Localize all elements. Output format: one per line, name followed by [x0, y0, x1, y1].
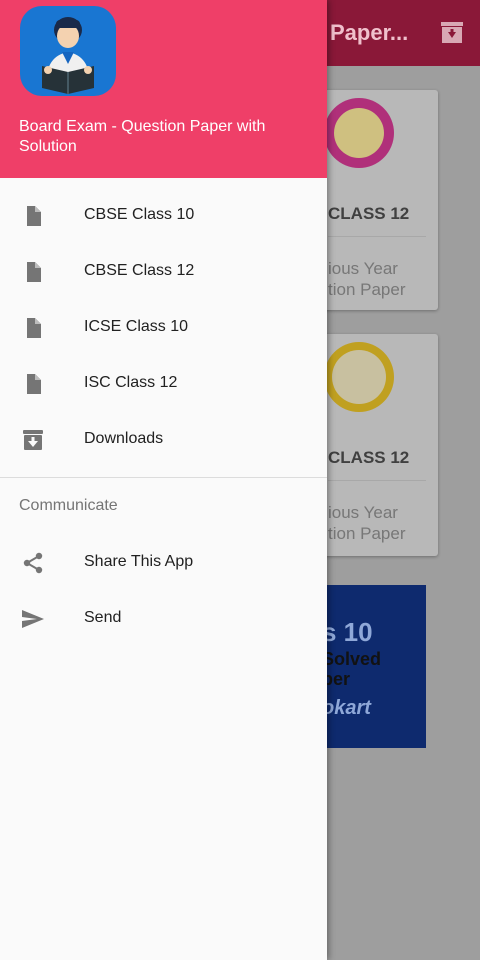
- document-icon: [27, 262, 41, 282]
- drawer-item-cbse-class-10[interactable]: CBSE Class 10: [0, 188, 327, 244]
- share-icon: [23, 552, 43, 574]
- document-icon: [27, 206, 41, 226]
- drawer-item-label: Send: [84, 609, 122, 626]
- drawer-item-label: Downloads: [84, 430, 164, 447]
- drawer-item-send[interactable]: Send: [0, 591, 327, 647]
- cbse-logo: [324, 98, 394, 168]
- drawer-item-isc-class-12[interactable]: ISC Class 12: [0, 356, 327, 412]
- drawer-item-share-this-app[interactable]: Share This App: [0, 535, 327, 591]
- cisce-logo: [324, 342, 394, 412]
- drawer-item-label: CBSE Class 12: [84, 262, 195, 279]
- drawer-item-downloads[interactable]: Downloads: [0, 412, 327, 468]
- card-title: CLASS 12: [328, 448, 410, 467]
- download-box-icon: [23, 430, 43, 450]
- card-subtitle: ious Year tion Paper: [328, 259, 406, 299]
- navigation-drawer: Board Exam - Question Paper with Solutio…: [0, 0, 327, 960]
- drawer-item-label: Share This App: [84, 553, 194, 570]
- drawer-divider: [0, 477, 327, 478]
- download-box-icon[interactable]: [440, 22, 464, 44]
- app-logo-student-reading-icon: [20, 6, 116, 96]
- drawer-item-label: CBSE Class 10: [84, 206, 195, 223]
- document-icon: [27, 374, 41, 394]
- send-icon: [22, 610, 44, 628]
- document-icon: [27, 318, 41, 338]
- drawer-item-icse-class-10[interactable]: ICSE Class 10: [0, 300, 327, 356]
- card-subtitle: ious Year tion Paper: [328, 503, 406, 543]
- drawer-item-label: ICSE Class 10: [84, 318, 189, 335]
- drawer-header-title: Board Exam - Question Paper with Solutio…: [19, 118, 266, 155]
- drawer-item-cbse-class-12[interactable]: CBSE Class 12: [0, 244, 327, 300]
- drawer-header: Board Exam - Question Paper with Solutio…: [0, 0, 327, 178]
- communicate-section-title: Communicate: [19, 497, 118, 514]
- drawer-item-label: ISC Class 12: [84, 374, 178, 391]
- card-title: CLASS 12: [328, 204, 410, 223]
- app-title: Paper...: [330, 20, 409, 45]
